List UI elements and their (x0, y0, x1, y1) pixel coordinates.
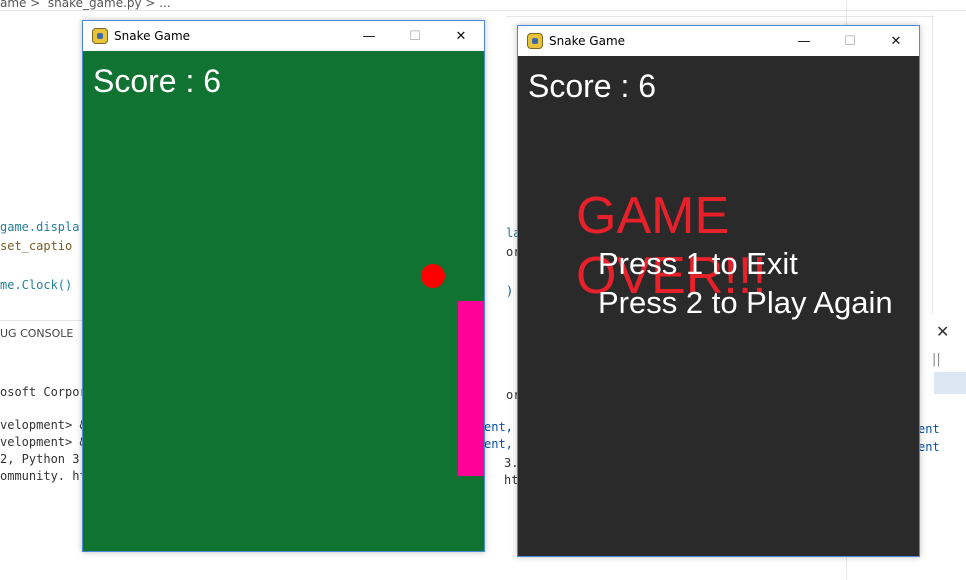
code-line: me.Clock() (0, 278, 73, 292)
editor-divider (846, 556, 847, 580)
window-title: Snake Game (114, 29, 191, 43)
window-title: Snake Game (549, 34, 626, 48)
maximize-button[interactable]: ☐ (827, 26, 873, 56)
title-bar[interactable]: Snake Game — ☐ ✕ (83, 21, 484, 51)
code-line: game.displa (0, 220, 80, 234)
console-line: ent (918, 440, 940, 454)
title-bar[interactable]: Snake Game — ☐ ✕ (518, 26, 919, 56)
console-line: velopment> & (0, 435, 87, 449)
food-dot (421, 264, 445, 288)
console-line: ommunity. ht (0, 469, 87, 483)
minimize-button[interactable]: — (346, 21, 392, 51)
console-line: 2, Python 3. (0, 452, 87, 466)
editor-divider (0, 10, 966, 11)
breadcrumb[interactable]: ame > snake_game.py > ... (0, 0, 171, 10)
game-window-playing[interactable]: Snake Game — ☐ ✕ Score : 6 (82, 20, 485, 552)
score-label: Score : 6 (528, 68, 657, 104)
tab-debug-console[interactable]: UG CONSOLE (0, 327, 73, 340)
console-line: ent (918, 422, 940, 436)
close-panel-icon[interactable]: ✕ (936, 322, 949, 341)
python-icon (527, 33, 543, 49)
option-play-again: Press 2 to Play Again (598, 285, 893, 320)
snake-body (458, 301, 484, 476)
minimize-button[interactable]: — (781, 26, 827, 56)
score-label: Score : 6 (93, 63, 222, 99)
close-button[interactable]: ✕ (873, 26, 919, 56)
editor-divider (932, 14, 933, 314)
close-button[interactable]: ✕ (438, 21, 484, 51)
python-icon (92, 28, 108, 44)
game-window-over[interactable]: Snake Game — ☐ ✕ Score : 6 GAME OVER!!! … (517, 25, 920, 557)
game-canvas[interactable]: Score : 6 GAME OVER!!! Press 1 to Exit P… (518, 56, 919, 556)
split-icon[interactable]: || (932, 352, 941, 367)
editor-divider (506, 16, 934, 17)
code-line: set_captio (0, 239, 73, 253)
option-exit: Press 1 to Exit (598, 246, 798, 281)
maximize-button[interactable]: ☐ (392, 21, 438, 51)
console-line: velopment> & (0, 418, 87, 432)
panel-divider (0, 320, 83, 321)
selected-row[interactable] (934, 372, 966, 394)
game-canvas[interactable]: Score : 6 (83, 51, 484, 551)
console-line: osoft Corpor (0, 385, 87, 399)
code-line: ) (506, 284, 514, 298)
